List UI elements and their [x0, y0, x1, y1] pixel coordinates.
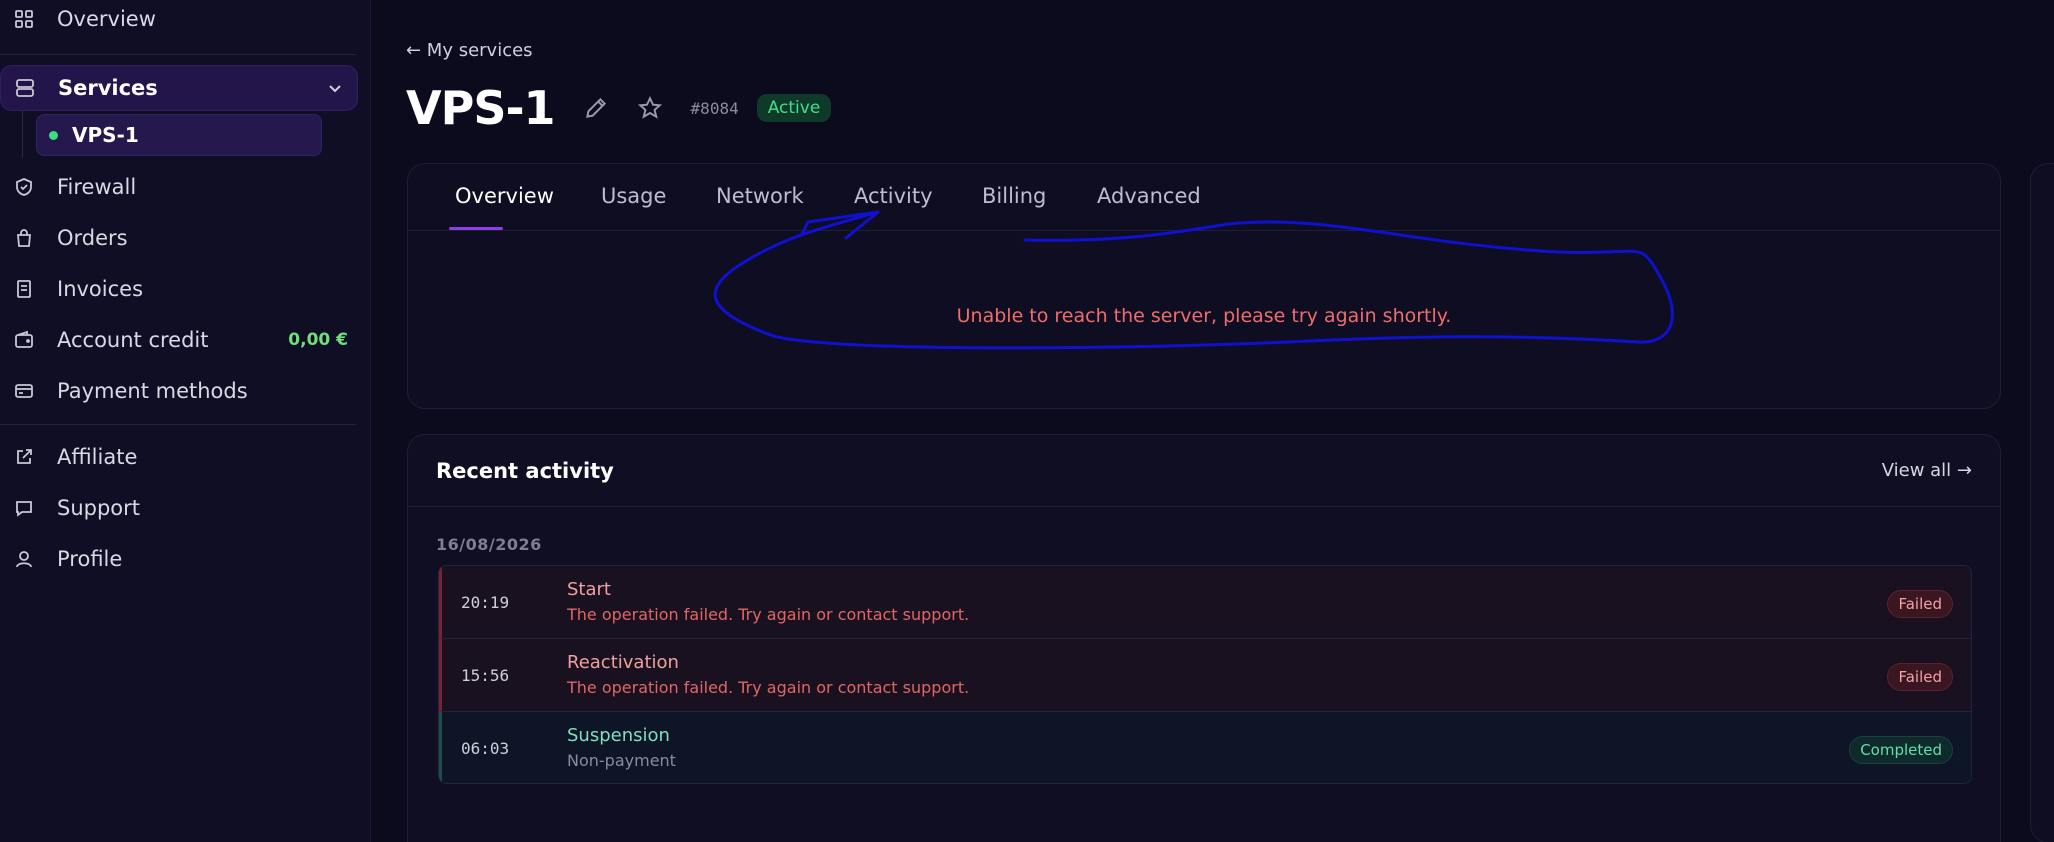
activity-time: 15:56 — [461, 666, 510, 685]
tab-bar: Overview Usage Network Activity Billing … — [408, 164, 2000, 231]
status-badge: Failed — [1887, 590, 1953, 618]
side-card-edge — [2030, 163, 2054, 842]
recent-activity-card: Recent activity View all → 16/08/2026 20… — [407, 434, 2001, 842]
sidebar-item-label: Overview — [57, 7, 156, 31]
activity-date: 16/08/2026 — [436, 535, 542, 554]
star-icon[interactable] — [637, 95, 663, 121]
activity-header: Recent activity View all → — [408, 435, 2000, 507]
bag-icon — [13, 227, 35, 249]
sidebar-item-account-credit[interactable]: Account credit 0,00 € — [0, 317, 358, 363]
sidebar-item-label: Account credit — [57, 328, 209, 352]
tab-network[interactable]: Network — [716, 184, 804, 208]
sidebar: Overview Services VPS-1 Firewall Orders … — [0, 0, 371, 842]
sidebar-item-profile[interactable]: Profile — [0, 536, 358, 582]
activity-description: Non-payment — [567, 751, 676, 770]
sidebar-item-affiliate[interactable]: Affiliate — [0, 434, 358, 480]
tab-advanced[interactable]: Advanced — [1097, 184, 1201, 208]
service-panel: Overview Usage Network Activity Billing … — [407, 163, 2001, 409]
status-badge: Failed — [1887, 663, 1953, 691]
sidebar-item-label: Affiliate — [57, 445, 138, 469]
chat-icon — [13, 497, 35, 519]
account-credit-value: 0,00 € — [288, 330, 348, 350]
sidebar-item-orders[interactable]: Orders — [0, 215, 358, 261]
card-icon — [13, 380, 35, 402]
server-icon — [14, 77, 36, 99]
activity-name: Suspension — [567, 725, 670, 746]
sidebar-item-invoices[interactable]: Invoices — [0, 266, 358, 312]
activity-row[interactable]: 20:19 Start The operation failed. Try ag… — [439, 566, 1971, 639]
sidebar-item-label: Firewall — [57, 175, 137, 199]
sidebar-item-label: Support — [57, 496, 141, 520]
tab-activity[interactable]: Activity — [854, 184, 933, 208]
service-id: #8084 — [690, 98, 739, 118]
user-icon — [13, 548, 35, 570]
sidebar-item-label: Orders — [57, 226, 128, 250]
active-tab-indicator — [449, 227, 503, 230]
sidebar-item-label: Invoices — [57, 277, 144, 301]
status-badge: Completed — [1849, 736, 1953, 764]
tab-billing[interactable]: Billing — [982, 184, 1046, 208]
sidebar-item-overview[interactable]: Overview — [0, 0, 358, 42]
sidebar-item-label: Services — [58, 76, 158, 100]
activity-name: Start — [567, 579, 611, 600]
sidebar-divider — [0, 424, 356, 425]
page-title: VPS-1 — [406, 81, 556, 135]
sidebar-item-label: Profile — [57, 547, 123, 571]
sidebar-item-payment-methods[interactable]: Payment methods — [0, 368, 358, 414]
activity-name: Reactivation — [567, 652, 679, 673]
sidebar-item-label: Payment methods — [57, 379, 248, 403]
tab-overview[interactable]: Overview — [455, 184, 554, 208]
sidebar-item-firewall[interactable]: Firewall — [0, 164, 358, 210]
sidebar-item-services[interactable]: Services — [0, 65, 358, 111]
status-dot — [49, 130, 58, 140]
activity-row[interactable]: 06:03 Suspension Non-payment Completed — [439, 712, 1971, 783]
status-badge: Active — [756, 94, 832, 122]
activity-row[interactable]: 15:56 Reactivation The operation failed.… — [439, 639, 1971, 712]
invoice-icon — [13, 278, 35, 300]
pencil-icon[interactable] — [583, 95, 609, 121]
grid-icon — [13, 8, 35, 30]
sidebar-subitem-label: VPS-1 — [72, 123, 139, 147]
activity-description: The operation failed. Try again or conta… — [567, 605, 970, 624]
sidebar-divider — [0, 54, 356, 55]
shield-icon — [13, 176, 35, 198]
sub-nav-line — [22, 110, 23, 158]
tab-usage[interactable]: Usage — [601, 184, 666, 208]
chevron-down-icon[interactable] — [325, 78, 345, 98]
activity-title: Recent activity — [436, 459, 614, 483]
wallet-icon — [13, 329, 35, 351]
activity-list: 20:19 Start The operation failed. Try ag… — [438, 565, 1972, 784]
back-to-services-link[interactable]: ← My services — [406, 40, 533, 61]
share-icon — [13, 446, 35, 468]
view-all-link[interactable]: View all → — [1882, 460, 1972, 481]
app: Overview Services VPS-1 Firewall Orders … — [0, 0, 2054, 842]
activity-time: 06:03 — [461, 739, 510, 758]
title-row: VPS-1 #8084 Active — [406, 78, 832, 138]
sidebar-item-support[interactable]: Support — [0, 485, 358, 531]
activity-description: The operation failed. Try again or conta… — [567, 678, 970, 697]
error-message: Unable to reach the server, please try a… — [956, 305, 1452, 327]
sidebar-subitem-vps-1[interactable]: VPS-1 — [36, 114, 322, 156]
activity-time: 20:19 — [461, 593, 510, 612]
